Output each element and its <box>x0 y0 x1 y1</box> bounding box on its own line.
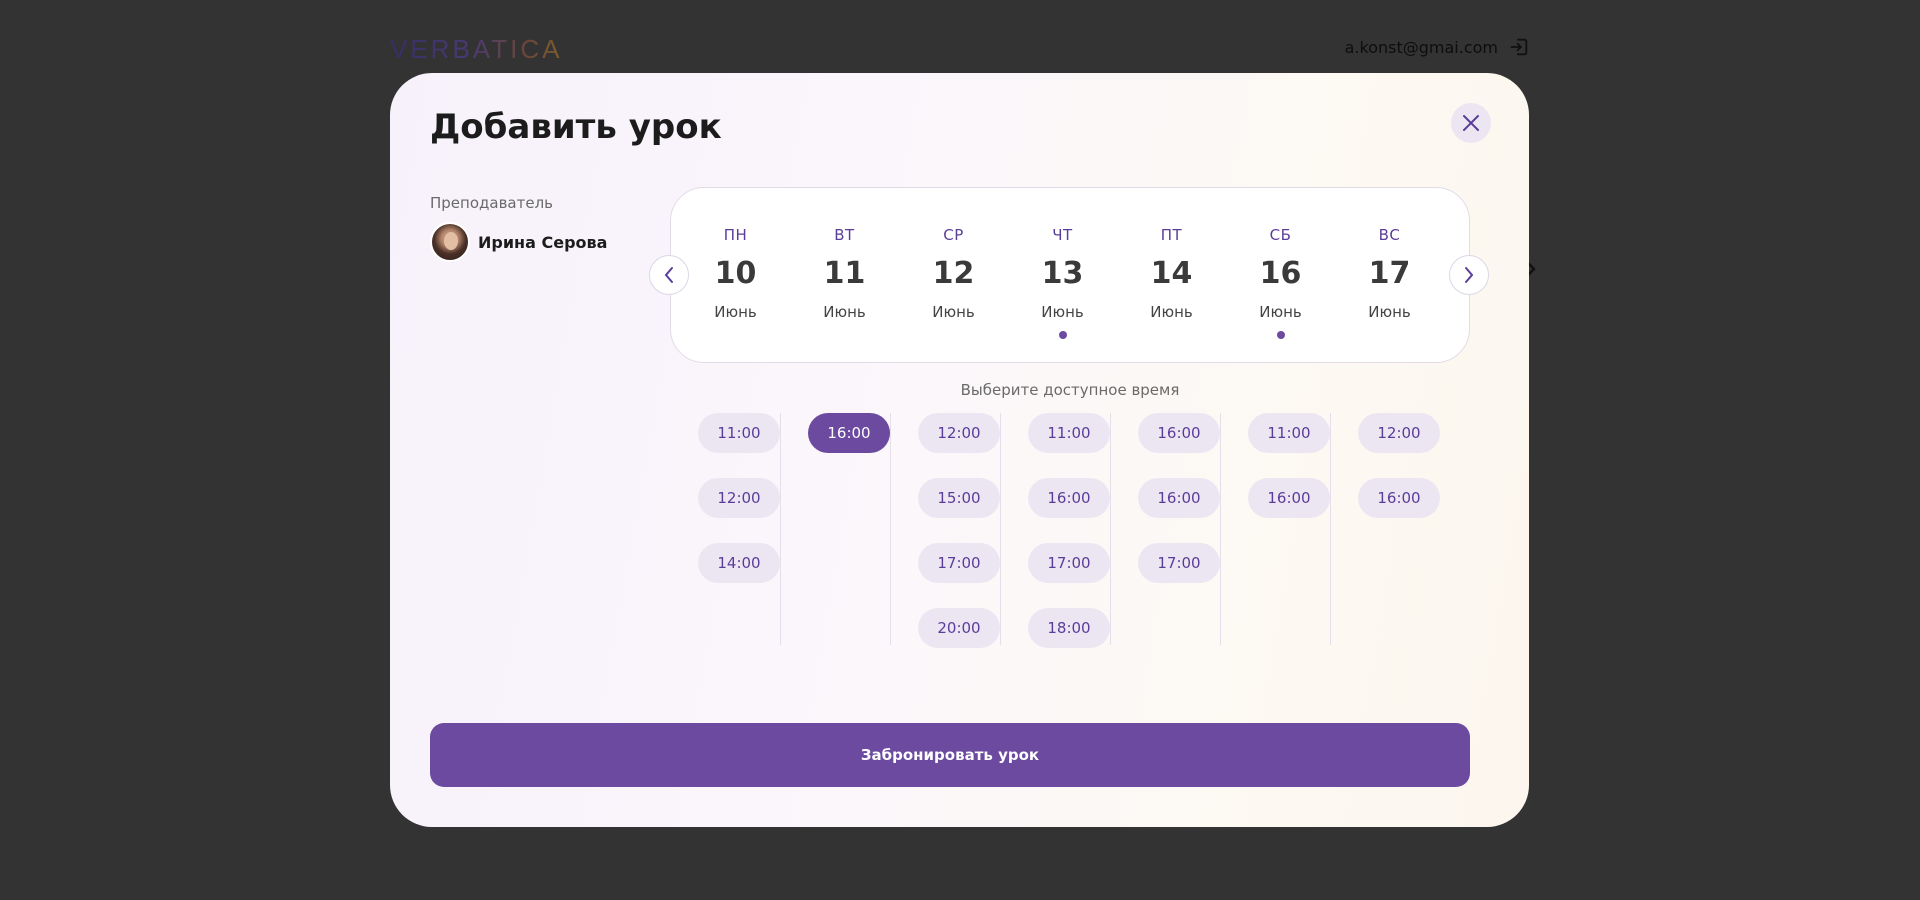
slot-column: 16:00 16:00 17:00 <box>1110 413 1220 645</box>
day-of-week: ЧТ <box>1052 226 1073 244</box>
time-slot[interactable]: 11:00 <box>1248 413 1330 453</box>
page-header: VERBATICA a.konst@gmai.com <box>390 30 1530 70</box>
time-slot[interactable]: 16:00 <box>1138 478 1220 518</box>
teacher-avatar <box>430 222 470 262</box>
teacher-name: Ирина Серова <box>478 232 608 252</box>
day-of-week: ПН <box>723 226 748 244</box>
time-slot[interactable]: 12:00 <box>698 478 780 518</box>
day-of-week: ПТ <box>1160 226 1183 244</box>
slot-column: 11:00 12:00 14:00 <box>670 413 780 645</box>
day-12[interactable]: СР 12 Июнь <box>899 188 1008 364</box>
day-month: Июнь <box>1041 303 1084 321</box>
chevron-right-icon <box>1465 267 1474 283</box>
day-16[interactable]: СБ 16 Июнь <box>1226 188 1335 364</box>
day-month: Июнь <box>1150 303 1193 321</box>
day-number: 10 <box>714 256 757 291</box>
user-email: a.konst@gmai.com <box>1344 38 1498 57</box>
slot-column: 12:00 15:00 17:00 20:00 <box>890 413 1000 648</box>
day-number: 17 <box>1368 256 1411 291</box>
add-lesson-modal: Добавить урок Преподаватель Ирина Серова… <box>390 73 1529 827</box>
booked-dot <box>1058 331 1067 339</box>
day-of-week: СР <box>943 226 964 244</box>
time-slot[interactable]: 14:00 <box>698 543 780 583</box>
slot-column: 12:00 16:00 <box>1330 413 1440 645</box>
time-slot[interactable]: 16:00 <box>1028 478 1110 518</box>
day-10[interactable]: ПН 10 Июнь <box>681 188 790 364</box>
day-number: 13 <box>1041 256 1084 291</box>
day-number: 11 <box>823 256 866 291</box>
day-13[interactable]: ЧТ 13 Июнь <box>1008 188 1117 364</box>
time-slots-grid: 11:00 12:00 14:00 16:00 12:00 15:00 17:00 20:00… <box>670 413 1470 648</box>
time-hint: Выберите доступное время <box>960 381 1180 399</box>
close-icon <box>1463 115 1479 131</box>
time-slot[interactable]: 16:00 <box>1358 478 1440 518</box>
logout-icon[interactable] <box>1508 36 1530 58</box>
time-slot[interactable]: 11:00 <box>698 413 780 453</box>
day-month: Июнь <box>823 303 866 321</box>
time-slot[interactable]: 12:00 <box>918 413 1000 453</box>
prev-week-button[interactable] <box>649 255 689 295</box>
close-button[interactable] <box>1451 103 1491 143</box>
booked-dot <box>1276 331 1285 339</box>
day-number: 16 <box>1259 256 1302 291</box>
slot-column: 11:00 16:00 17:00 18:00 <box>1000 413 1110 648</box>
book-lesson-button[interactable]: Забронировать урок <box>430 723 1470 787</box>
day-of-week: ВС <box>1378 226 1401 244</box>
time-slot[interactable]: 18:00 <box>1028 608 1110 648</box>
day-17[interactable]: ВС 17 Июнь <box>1335 188 1444 364</box>
modal-title: Добавить урок <box>430 107 722 147</box>
time-slot[interactable]: 11:00 <box>1028 413 1110 453</box>
day-number: 14 <box>1150 256 1193 291</box>
day-of-week: ВТ <box>834 226 855 244</box>
time-slot[interactable]: 17:00 <box>1138 543 1220 583</box>
time-slot[interactable]: 15:00 <box>918 478 1000 518</box>
day-month: Июнь <box>714 303 757 321</box>
time-slot[interactable]: 16:00 <box>808 413 890 453</box>
time-slot[interactable]: 17:00 <box>918 543 1000 583</box>
teacher-label: Преподаватель <box>430 194 554 212</box>
day-11[interactable]: ВТ 11 Июнь <box>790 188 899 364</box>
logo: VERBATICA <box>390 34 563 64</box>
day-of-week: СБ <box>1269 226 1292 244</box>
next-week-button[interactable] <box>1449 255 1489 295</box>
teacher-info: Ирина Серова <box>430 222 607 262</box>
day-number: 12 <box>932 256 975 291</box>
date-strip: ПН 10 Июнь ВТ 11 Июнь СР 12 Июнь ЧТ 13 Июнь ПТ 14 Июнь… <box>670 187 1470 363</box>
time-slot[interactable]: 17:00 <box>1028 543 1110 583</box>
time-slot[interactable]: 20:00 <box>918 608 1000 648</box>
day-month: Июнь <box>1368 303 1411 321</box>
slot-column: 11:00 16:00 <box>1220 413 1330 645</box>
time-slot[interactable]: 16:00 <box>1138 413 1220 453</box>
day-month: Июнь <box>1259 303 1302 321</box>
time-slot[interactable]: 16:00 <box>1248 478 1330 518</box>
day-month: Июнь <box>932 303 975 321</box>
time-slot[interactable]: 12:00 <box>1358 413 1440 453</box>
day-14[interactable]: ПТ 14 Июнь <box>1117 188 1226 364</box>
slot-column: 16:00 <box>780 413 890 645</box>
chevron-left-icon <box>664 267 673 283</box>
